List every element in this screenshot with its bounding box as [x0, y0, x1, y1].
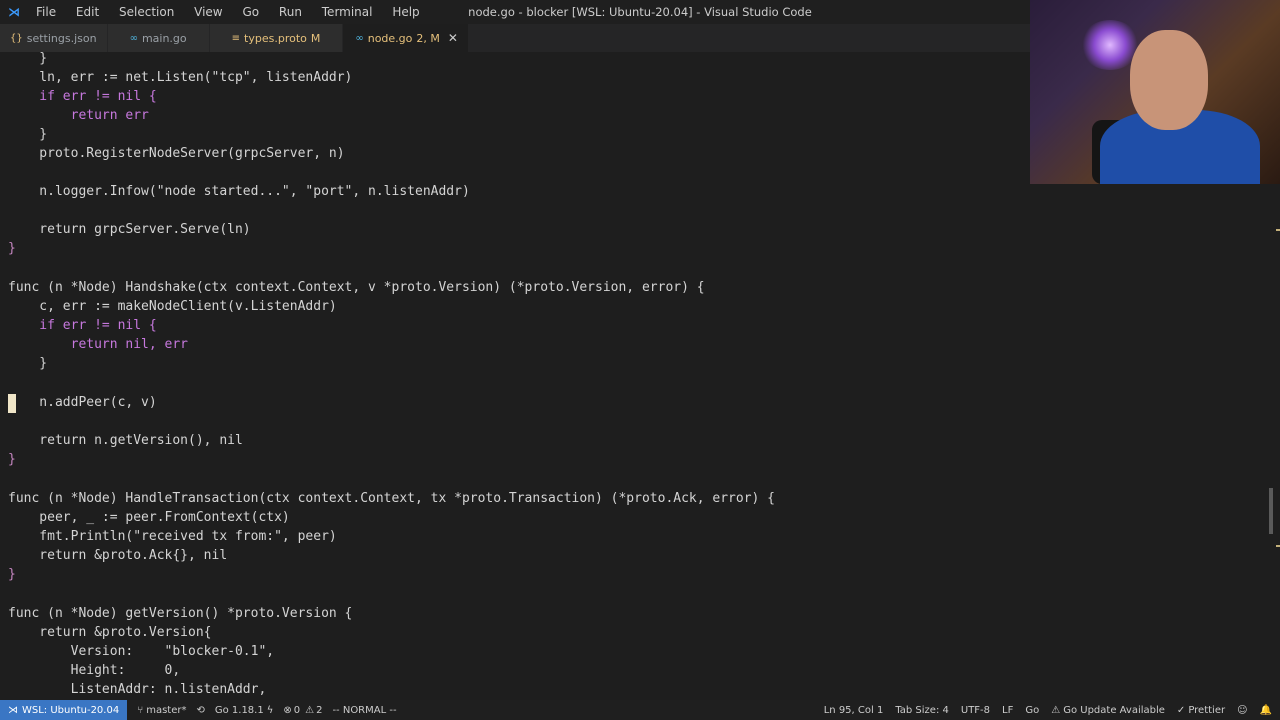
- warning-icon: ⚠: [305, 704, 315, 716]
- error-count: 0: [293, 704, 301, 716]
- scrollbar-thumb[interactable]: [1269, 488, 1273, 534]
- cursor-position[interactable]: Ln 95, Col 1: [824, 705, 884, 716]
- person-head: [1130, 30, 1208, 130]
- notifications-icon[interactable]: 🔔: [1260, 705, 1272, 716]
- close-icon[interactable]: ✕: [448, 31, 458, 45]
- code-line: return &proto.Version{: [8, 625, 212, 640]
- git-branch[interactable]: ⑂ master*: [137, 705, 186, 716]
- status-bar: ⋊ WSL: Ubuntu-20.04 ⑂ master* ⟲ Go 1.18.…: [0, 700, 1280, 720]
- remote-icon: ⋊: [8, 704, 18, 716]
- overview-ruler-mark: [1276, 545, 1280, 547]
- code-line: if err != nil {: [8, 89, 157, 104]
- tab-label: node.go: [367, 31, 413, 45]
- menu-bar: File Edit Selection View Go Run Terminal…: [28, 5, 428, 19]
- code-line: fmt.Println("received tx from:", peer): [8, 529, 337, 544]
- tab-main-go[interactable]: ∞ main.go: [107, 24, 210, 52]
- code-line: }: [8, 452, 16, 467]
- prettier-label: Prettier: [1188, 704, 1226, 716]
- tab-label: main.go: [141, 31, 187, 45]
- modified-badge: M: [310, 31, 321, 45]
- vscode-logo-icon: ⋊: [8, 5, 20, 19]
- block-cursor: [8, 394, 16, 413]
- remote-label: WSL: Ubuntu-20.04: [22, 704, 120, 716]
- code-line: ln, err := net.Listen("tcp", listenAddr): [8, 70, 353, 85]
- sync-icon[interactable]: ⟲: [196, 705, 204, 716]
- code-line: Height: 0,: [8, 663, 181, 678]
- go-update[interactable]: ⚠ Go Update Available: [1051, 705, 1165, 716]
- overview-ruler-mark: [1276, 229, 1280, 231]
- menu-help[interactable]: Help: [392, 5, 419, 19]
- warning-icon: ⚠: [1051, 704, 1061, 716]
- code-line: return &proto.Ack{}, nil: [8, 548, 228, 563]
- code-line: func (n *Node) getVersion() *proto.Versi…: [8, 606, 353, 621]
- menu-edit[interactable]: Edit: [76, 5, 99, 19]
- code-line: if err != nil {: [8, 318, 157, 333]
- menu-go[interactable]: Go: [242, 5, 259, 19]
- code-line: func (n *Node) Handshake(ctx context.Con…: [8, 280, 705, 295]
- warning-count: 2: [316, 704, 323, 716]
- code-line: }: [8, 127, 48, 142]
- code-line: }: [8, 52, 48, 66]
- go-lightning-icon: ϟ: [266, 704, 274, 716]
- code-line: ListenAddr: n.listenAddr,: [8, 682, 267, 697]
- end-of-line[interactable]: LF: [1002, 705, 1013, 716]
- prettier[interactable]: ✓ Prettier: [1177, 705, 1225, 716]
- tab-types-proto[interactable]: ≡ types.proto M: [209, 24, 344, 52]
- code-line: return nil, err: [8, 337, 189, 352]
- code-line: }: [8, 567, 16, 582]
- go-version-label: Go 1.18.1: [214, 704, 264, 716]
- menu-view[interactable]: View: [194, 5, 222, 19]
- branch-label: master*: [146, 704, 187, 716]
- language-mode[interactable]: Go: [1025, 705, 1039, 716]
- code-line: peer, _ := peer.FromContext(ctx): [8, 510, 290, 525]
- remote-indicator[interactable]: ⋊ WSL: Ubuntu-20.04: [0, 700, 128, 720]
- go-file-icon: ∞: [129, 32, 138, 44]
- error-icon: ⊗: [283, 704, 292, 716]
- webcam-overlay: [1030, 0, 1280, 184]
- code-line: return n.getVersion(), nil: [8, 433, 243, 448]
- tab-node-go[interactable]: ∞ node.go 2, M ✕: [343, 24, 469, 52]
- code-line: return err: [8, 108, 149, 123]
- encoding[interactable]: UTF-8: [961, 705, 990, 716]
- go-version[interactable]: Go 1.18.1 ϟ: [215, 705, 273, 716]
- code-line: c, err := makeNodeClient(v.ListenAddr): [8, 299, 337, 314]
- code-line: n.addPeer(c, v): [8, 395, 157, 410]
- feedback-icon[interactable]: ☺: [1237, 705, 1247, 716]
- modified-badge: 2, M: [416, 31, 440, 45]
- check-icon: ✓: [1176, 704, 1186, 716]
- json-file-icon: {}: [10, 32, 23, 44]
- tab-size[interactable]: Tab Size: 4: [895, 705, 949, 716]
- branch-icon: ⑂: [137, 704, 144, 716]
- code-line: return grpcServer.Serve(ln): [8, 222, 251, 237]
- vim-mode: -- NORMAL --: [332, 704, 397, 716]
- code-line: func (n *Node) HandleTransaction(ctx con…: [8, 491, 776, 506]
- status-right: Ln 95, Col 1 Tab Size: 4 UTF-8 LF Go ⚠ G…: [812, 705, 1272, 716]
- menu-run[interactable]: Run: [279, 5, 302, 19]
- code-line: }: [8, 241, 16, 256]
- code-line: n.logger.Infow("node started...", "port"…: [8, 184, 470, 199]
- code-line: Version: "blocker-0.1",: [8, 644, 275, 659]
- tab-label: settings.json: [26, 31, 97, 45]
- tab-label: types.proto: [244, 31, 307, 45]
- menu-terminal[interactable]: Terminal: [322, 5, 373, 19]
- proto-file-icon: ≡: [231, 32, 241, 44]
- vertical-scrollbar[interactable]: [1268, 52, 1280, 700]
- problems-indicator[interactable]: ⊗ 0 ⚠ 2: [283, 705, 322, 716]
- go-file-icon: ∞: [355, 32, 364, 44]
- code-line: }: [8, 356, 48, 371]
- go-update-label: Go Update Available: [1063, 704, 1165, 716]
- menu-file[interactable]: File: [36, 5, 56, 19]
- tab-settings-json[interactable]: {} settings.json: [0, 24, 108, 52]
- code-line: proto.RegisterNodeServer(grpcServer, n): [8, 146, 345, 161]
- menu-selection[interactable]: Selection: [119, 5, 174, 19]
